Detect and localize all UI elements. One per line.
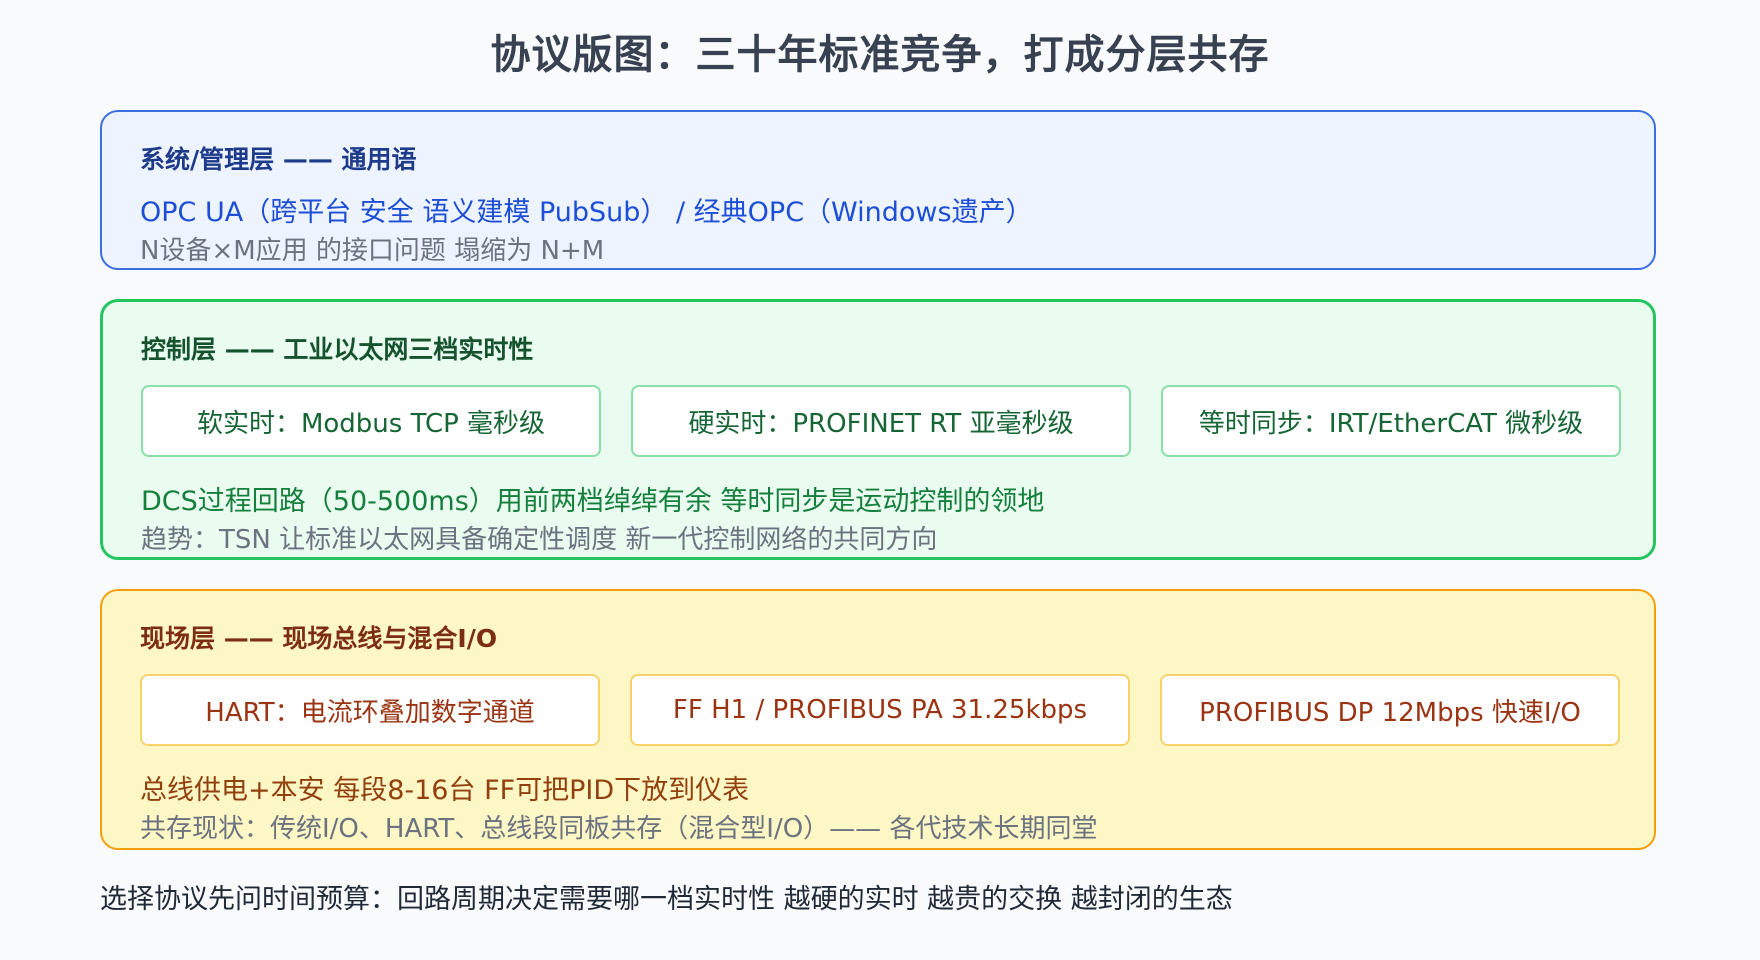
field-layer-panel: 现场层 —— 现场总线与混合I/O HART：电流环叠加数字通道 FF H1 /…: [100, 589, 1656, 850]
isochronous-realtime-chip: 等时同步：IRT/EtherCAT 微秒级: [1161, 385, 1621, 457]
hard-realtime-chip: 硬实时：PROFINET RT 亚毫秒级: [631, 385, 1131, 457]
control-layer-trend-text: 趋势：TSN 让标准以太网具备确定性调度 新一代控制网络的共同方向: [141, 525, 938, 555]
control-layer-heading: 控制层 —— 工业以太网三档实时性: [141, 335, 534, 364]
system-layer-note-text: N设备×M应用 的接口问题 塌缩为 N+M: [140, 236, 605, 266]
soft-realtime-chip: 软实时：Modbus TCP 毫秒级: [141, 385, 601, 457]
page-title: 协议版图：三十年标准竞争，打成分层共存: [490, 32, 1270, 78]
profibus-dp-chip: PROFIBUS DP 12Mbps 快速I/O: [1160, 674, 1620, 746]
field-layer-coexistence-text: 共存现状：传统I/O、HART、总线段同板共存（混合型I/O）—— 各代技术长期…: [140, 814, 1098, 844]
system-layer-protocols-text: OPC UA（跨平台 安全 语义建模 PubSub） / 经典OPC（Windo…: [140, 197, 1033, 228]
control-layer-panel: 控制层 —— 工业以太网三档实时性 软实时：Modbus TCP 毫秒级 硬实时…: [100, 299, 1656, 560]
footer-note: 选择协议先问时间预算：回路周期决定需要哪一档实时性 越硬的实时 越贵的交换 越封…: [100, 884, 1233, 915]
hart-chip: HART：电流环叠加数字通道: [140, 674, 600, 746]
field-layer-heading: 现场层 —— 现场总线与混合I/O: [140, 624, 498, 653]
system-layer-heading: 系统/管理层 —— 通用语: [140, 145, 417, 174]
ff-h1-profibus-pa-chip: FF H1 / PROFIBUS PA 31.25kbps: [630, 674, 1130, 746]
system-management-layer-panel: 系统/管理层 —— 通用语 OPC UA（跨平台 安全 语义建模 PubSub）…: [100, 110, 1656, 270]
control-layer-dcs-text: DCS过程回路（50-500ms）用前两档绰绰有余 等时同步是运动控制的领地: [141, 486, 1045, 517]
field-layer-power-text: 总线供电+本安 每段8-16台 FF可把PID下放到仪表: [140, 775, 750, 806]
